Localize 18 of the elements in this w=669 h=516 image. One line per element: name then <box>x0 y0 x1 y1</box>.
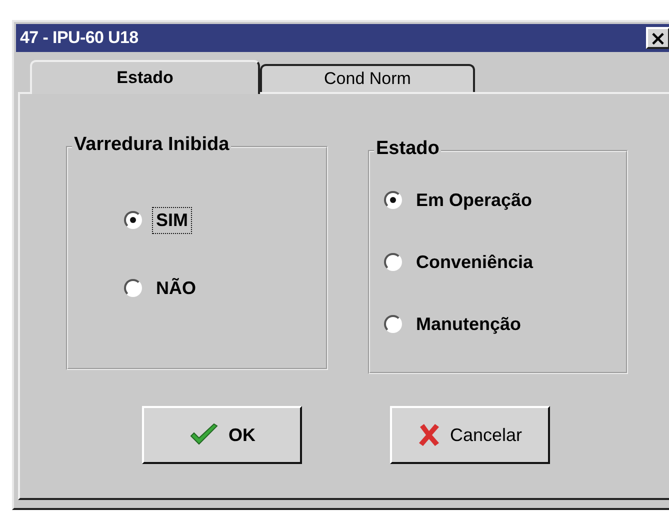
tab[interactable]: Cond Norm <box>260 64 475 92</box>
radio-label[interactable]: NÃO <box>152 274 200 302</box>
cancel-button[interactable]: Cancelar <box>390 406 550 464</box>
radio-label[interactable]: Em Operação <box>412 186 536 214</box>
ok-button[interactable]: OK <box>142 406 302 464</box>
radio-button[interactable] <box>384 253 402 271</box>
tab[interactable]: Estado <box>30 60 260 94</box>
radio-label[interactable]: SIM <box>152 206 192 234</box>
radio-label[interactable]: Manutenção <box>412 310 526 338</box>
checkmark-icon <box>188 423 218 447</box>
radio-button[interactable] <box>124 279 142 297</box>
radio-button[interactable] <box>384 191 402 209</box>
window-title: 47 - IPU-60 U18 <box>20 28 138 48</box>
cross-icon <box>418 423 440 447</box>
radio-button[interactable] <box>384 315 402 333</box>
close-button[interactable]: × <box>646 27 669 49</box>
radio-label[interactable]: Conveniência <box>412 248 538 276</box>
radio-button[interactable] <box>124 211 142 229</box>
